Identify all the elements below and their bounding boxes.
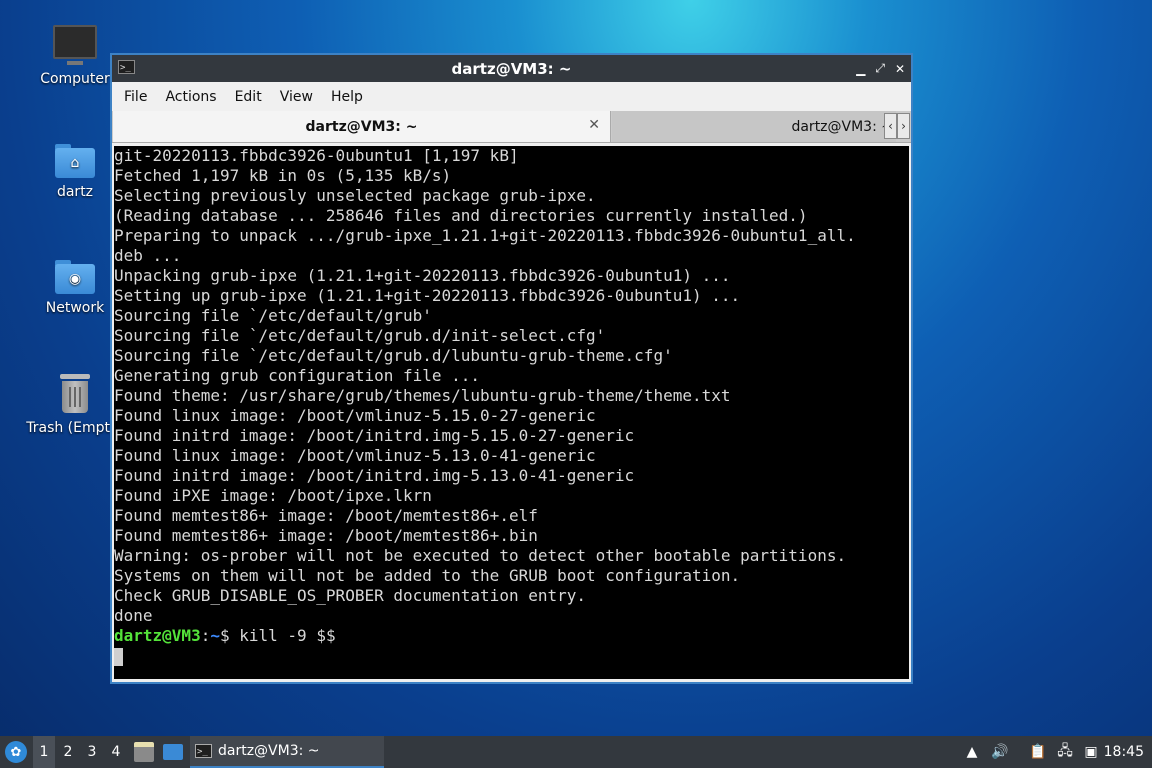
terminal-icon: >_ [195,744,212,758]
tab-label: dartz@VM3: ~ [305,118,418,135]
trash-icon [58,374,92,414]
tab-bar: dartz@VM3: ~ ✕ dartz@VM3: ~ ‹ › [112,111,911,143]
clipboard-icon[interactable]: 📋 [1028,742,1048,762]
terminal-line: Found iPXE image: /boot/ipxe.lkrn [114,486,432,505]
up-arrow-icon[interactable]: ▲ [962,742,982,762]
prompt-path: ~ [210,626,220,645]
terminal-window[interactable]: >_ dartz@VM3: ~ ▁ ⤢ ✕ File Actions Edit … [110,53,913,684]
menu-edit[interactable]: Edit [226,89,271,105]
terminal-line: Sourcing file `/etc/default/grub.d/init-… [114,326,606,345]
prompt-separator: : [200,626,211,645]
terminal-line: Fetched 1,197 kB in 0s (5,135 kB/s) [114,166,452,185]
prompt-line: dartz@VM3:~$ kill -9 $$ [114,626,909,646]
terminal-line: (Reading database ... 258646 files and d… [114,206,808,225]
file-manager-icon[interactable] [134,742,154,762]
network-icon[interactable]: 🖧 [1055,742,1075,762]
prompt-symbol: $ [219,626,240,645]
terminal-line: git-20220113.fbbdc3926-0ubuntu1 [1,197 k… [114,146,519,165]
terminal-line: Generating grub configuration file ... [114,366,481,385]
taskbar: ✿ 1 2 3 4 >_ dartz@VM3: ~ ▲ 🔊 📋 🖧 ▣ 18:4… [0,736,1152,768]
terminal-line: Found linux image: /boot/vmlinuz-5.13.0-… [114,446,596,465]
terminal-line: Preparing to unpack .../grub-ipxe_1.21.1… [114,226,856,245]
close-button[interactable]: ✕ [895,62,905,76]
prompt-command: kill -9 $$ [239,626,336,645]
task-label: dartz@VM3: ~ [218,743,320,759]
menu-help[interactable]: Help [322,89,372,105]
terminal-line: Sourcing file `/etc/default/grub.d/lubun… [114,346,673,365]
network-folder-icon: ◉ [55,260,95,294]
taskbar-task-terminal[interactable]: >_ dartz@VM3: ~ [190,736,384,768]
text-cursor [114,647,123,666]
terminal-line: Found initrd image: /boot/initrd.img-5.1… [114,466,635,485]
tab-scroll-right-icon[interactable]: › [897,113,910,139]
terminal-line: Systems on them will not be added to the… [114,566,741,585]
terminal-line: Found memtest86+ image: /boot/memtest86+… [114,526,538,545]
terminal-line: Warning: os-prober will not be executed … [114,546,847,565]
tab-active[interactable]: dartz@VM3: ~ ✕ [113,111,611,142]
tab-close-icon[interactable]: ✕ [588,117,600,133]
terminal-line: Found initrd image: /boot/initrd.img-5.1… [114,426,635,445]
terminal-line: done [114,606,153,625]
workspace-1[interactable]: 1 [33,736,55,768]
terminal-line: Sourcing file `/etc/default/grub' [114,306,432,325]
terminal-output[interactable]: git-20220113.fbbdc3926-0ubuntu1 [1,197 k… [114,146,909,679]
menu-file[interactable]: File [115,89,156,105]
menu-actions[interactable]: Actions [156,89,225,105]
terminal-line: deb ... [114,246,182,265]
tab-inactive[interactable]: dartz@VM3: ~ [612,111,896,142]
tab-label: dartz@VM3: ~ [791,118,893,135]
window-title: dartz@VM3: ~ [451,59,572,78]
maximize-button[interactable]: ⤢ [875,61,885,76]
terminal-line: Check GRUB_DISABLE_OS_PROBER documentati… [114,586,587,605]
workspace-2[interactable]: 2 [57,736,79,768]
terminal-line: Found memtest86+ image: /boot/memtest86+… [114,506,538,525]
computer-icon [53,25,97,65]
update-icon[interactable]: ▣ [1081,742,1101,762]
terminal-line: Selecting previously unselected package … [114,186,596,205]
menu-view[interactable]: View [271,89,322,105]
workspace-3[interactable]: 3 [81,736,103,768]
terminal-line: Setting up grub-ipxe (1.21.1+git-2022011… [114,286,741,305]
tab-scroll-left-icon[interactable]: ‹ [884,113,897,139]
prompt-user: dartz@VM3 [114,626,201,645]
show-desktop-icon[interactable] [163,744,183,760]
window-titlebar[interactable]: >_ dartz@VM3: ~ ▁ ⤢ ✕ [112,55,911,82]
home-folder-icon: ⌂ [55,144,95,178]
volume-icon[interactable]: 🔊 [990,742,1010,762]
terminal-line: Unpacking grub-ipxe (1.21.1+git-20220113… [114,266,731,285]
workspace-4[interactable]: 4 [105,736,127,768]
terminal-icon: >_ [118,60,135,74]
minimize-button[interactable]: ▁ [856,62,865,76]
terminal-line: Found theme: /usr/share/grub/themes/lubu… [114,386,731,405]
menu-bar: File Actions Edit View Help [112,82,911,111]
lubuntu-logo-icon[interactable]: ✿ [5,741,27,763]
clock: 18:45 [1103,744,1144,760]
terminal-line: Found linux image: /boot/vmlinuz-5.15.0-… [114,406,596,425]
